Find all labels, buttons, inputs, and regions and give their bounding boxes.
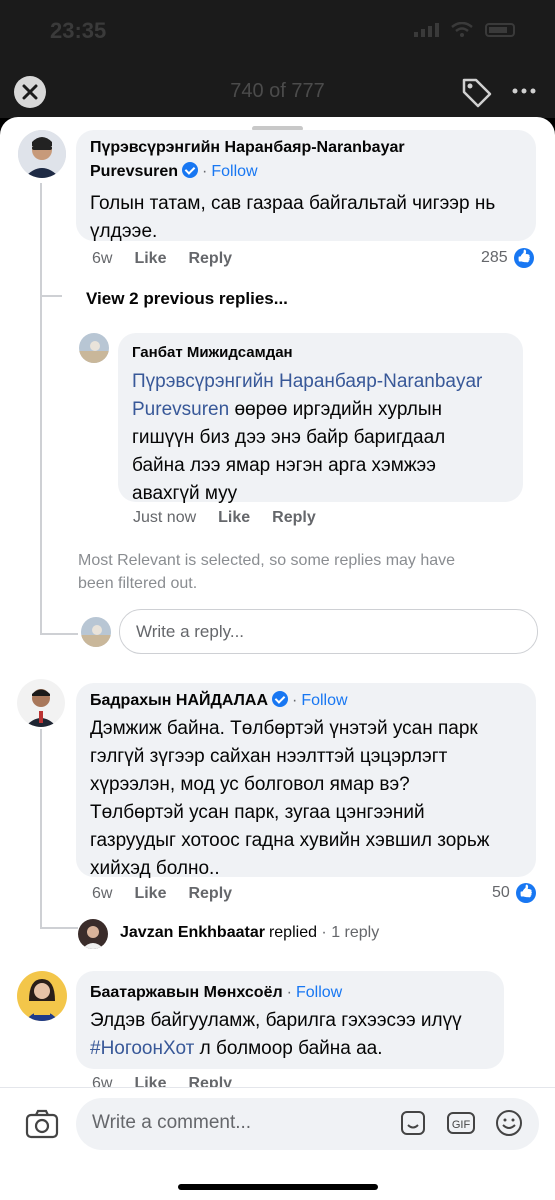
comment-actions: 6w Like Reply xyxy=(92,250,232,268)
comment-author-line2[interactable]: Purevsuren xyxy=(90,163,178,180)
comment-author[interactable]: Баатаржавын Мөнхсоёл xyxy=(90,984,283,1001)
like-button[interactable]: Like xyxy=(134,885,166,903)
avatar xyxy=(81,617,111,647)
follow-button[interactable]: Follow xyxy=(211,163,257,180)
status-time: 23:35 xyxy=(50,18,107,43)
reply-text: Пүрэвсүрэнгийн Наранбаяр-Naranbayar Pure… xyxy=(132,371,483,504)
home-indicator xyxy=(178,1184,378,1190)
hashtag-link[interactable]: #НогоонХот xyxy=(90,1038,194,1059)
viewer-top-bar: 740 of 777 xyxy=(0,62,555,118)
reaction-count[interactable]: 285 xyxy=(481,248,534,268)
cellular-signal-icon xyxy=(414,23,439,37)
comment-bubble: Бадрахын НАЙДАЛАА · Follow Дэмжиж байна. Т… xyxy=(76,683,536,879)
avatar[interactable] xyxy=(18,130,66,178)
reaction-count[interactable]: 50 xyxy=(492,883,536,903)
avatar[interactable] xyxy=(79,333,109,363)
reply-input[interactable]: Write a reply... xyxy=(119,609,538,654)
svg-text:GIF: GIF xyxy=(452,1119,471,1131)
thread-line-branch xyxy=(40,295,62,297)
wifi-icon xyxy=(451,22,473,37)
avatar[interactable] xyxy=(78,919,108,949)
thread-line xyxy=(40,183,42,635)
emoji-icon[interactable] xyxy=(494,1108,524,1138)
reply-author[interactable]: Ганбат Мижидсамдан xyxy=(132,341,509,365)
comment-time: 6w xyxy=(92,885,113,902)
thread-line-branch xyxy=(40,927,78,929)
status-bar: 23:35 xyxy=(0,0,555,62)
comment-text: Дэмжиж байна. Төлбөртэй үнэтэй усан парк… xyxy=(90,718,490,879)
camera-icon[interactable] xyxy=(24,1106,60,1142)
tag-icon[interactable] xyxy=(460,76,494,110)
verified-badge-icon xyxy=(272,691,288,707)
view-previous-replies[interactable]: View 2 previous replies... xyxy=(86,289,288,309)
comment-actions: 6w Like Reply xyxy=(92,885,232,903)
thread-line xyxy=(40,729,42,929)
avatar[interactable] xyxy=(17,971,67,1021)
avatar[interactable] xyxy=(17,679,65,727)
comment-bubble: Пүрэвсүрэнгийн Наранбаяр-Naranbayar Pure… xyxy=(76,130,536,242)
comment-author[interactable]: Бадрахын НАЙДАЛАА xyxy=(90,692,268,709)
reply-actions: Just now Like Reply xyxy=(133,509,316,527)
verified-badge-icon xyxy=(182,162,199,178)
reply-button[interactable]: Reply xyxy=(188,885,232,903)
comment-input-placeholder: Write a comment... xyxy=(92,1112,252,1133)
reply-bubble: Ганбат Мижидсамдан Пүрэвсүрэнгийн Наранб… xyxy=(118,333,523,504)
follow-button[interactable]: Follow xyxy=(296,984,342,1001)
replies-summary[interactable]: Javzan Enkhbaatar replied · 1 reply xyxy=(120,924,379,942)
comment-time: 6w xyxy=(92,250,113,267)
more-options-icon[interactable] xyxy=(512,86,536,96)
comment-composer: Write a comment... GIF xyxy=(0,1087,555,1200)
like-button[interactable]: Like xyxy=(218,509,250,527)
sticker-icon[interactable] xyxy=(398,1108,428,1138)
comment-text: Элдэв байгууламж, барилга гэхээсээ илүү … xyxy=(90,1010,462,1059)
filter-note: Most Relevant is selected, so some repli… xyxy=(78,552,456,592)
comment-text: Голын татам, сав газраа байгальтай чигээ… xyxy=(90,193,496,242)
like-button[interactable]: Like xyxy=(134,250,166,268)
mention-link[interactable]: Пүрэвсүрэнгийн Наранбаяр-Naranbayar xyxy=(132,371,482,392)
reply-count: 1 reply xyxy=(331,924,380,941)
replied-by-name: Javzan Enkhbaatar xyxy=(120,924,265,941)
mention-link-line2[interactable]: Purevsuren xyxy=(132,399,229,420)
reply-button[interactable]: Reply xyxy=(272,509,316,527)
gif-icon[interactable]: GIF xyxy=(446,1108,476,1138)
follow-button[interactable]: Follow xyxy=(301,692,347,709)
thread-line-branch xyxy=(40,633,78,635)
reply-time: Just now xyxy=(133,509,197,526)
status-icons xyxy=(414,22,515,38)
reply-button[interactable]: Reply xyxy=(188,250,232,268)
comment-author[interactable]: Пүрэвсүрэнгийн Наранбаяр-Naranbayar xyxy=(90,139,405,156)
like-reaction-icon xyxy=(513,248,534,268)
battery-icon xyxy=(485,23,515,37)
comment-bubble: Баатаржавын Мөнхсоёл · Follow Элдэв байгуу… xyxy=(76,971,504,1069)
comment-input[interactable]: Write a comment... GIF xyxy=(76,1098,539,1150)
like-reaction-icon xyxy=(515,883,536,903)
comments-sheet: Пүрэвсүрэнгийн Наранбаяр-Naranbayar Pure… xyxy=(0,117,555,1200)
